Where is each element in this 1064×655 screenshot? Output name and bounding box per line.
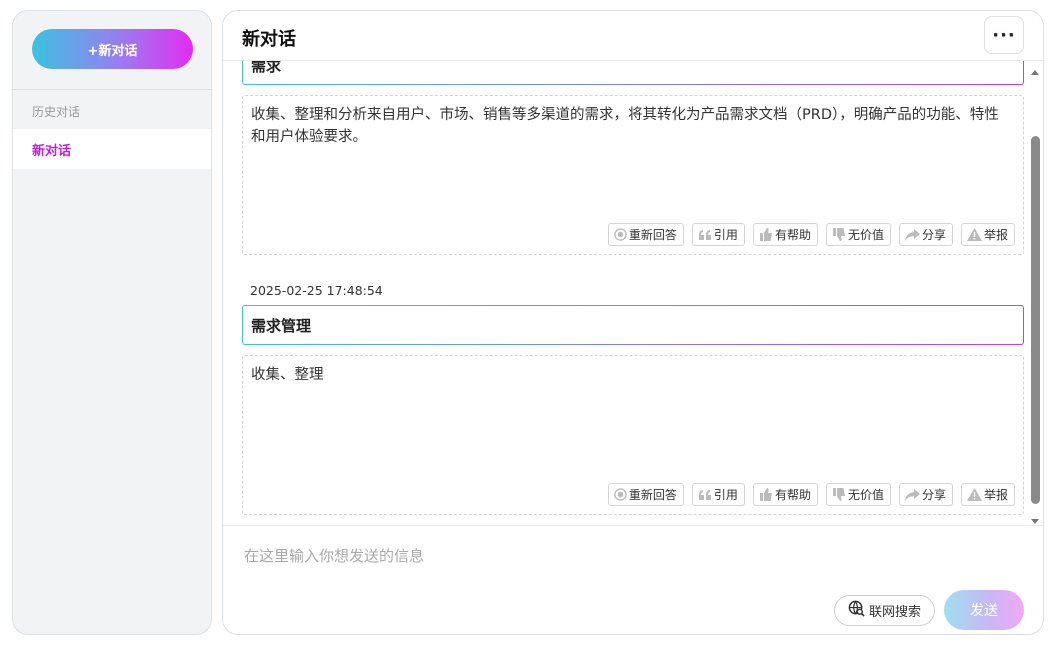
sidebar-divider <box>13 89 211 90</box>
thumbs-up-icon <box>759 488 773 501</box>
main-panel: 新对话 ··· 需求 收集、整理和分析来自用户、市场、销售等多渠道的需求，将其转… <box>222 10 1044 635</box>
quote-icon <box>698 489 712 501</box>
report-button[interactable]: 举报 <box>960 483 1015 506</box>
thumbs-up-icon <box>759 228 773 241</box>
scroll-thumb[interactable] <box>1031 136 1040 504</box>
more-options-button[interactable]: ··· <box>984 16 1024 54</box>
not-helpful-button[interactable]: 无价值 <box>825 483 891 506</box>
warning-icon <box>966 228 982 241</box>
scroll-up-arrow-icon[interactable] <box>1031 70 1039 75</box>
share-button[interactable]: 分享 <box>898 223 953 246</box>
new-chat-button[interactable]: +新对话 <box>32 29 193 69</box>
helpful-label: 有帮助 <box>774 228 811 242</box>
question-text: 需求 <box>251 61 282 75</box>
share-label: 分享 <box>921 228 946 242</box>
share-icon <box>904 488 920 501</box>
answer-actions: 重新回答 引用 有帮助 无价值 分享 举报 <box>607 223 1015 246</box>
question-text: 需求管理 <box>251 316 312 335</box>
report-label: 举报 <box>983 488 1008 502</box>
input-area: 联网搜索 发送 <box>223 525 1043 634</box>
history-item-new-chat[interactable]: 新对话 <box>13 129 211 169</box>
answer-text: 收集、整理和分析来自用户、市场、销售等多渠道的需求，将其转化为产品需求文档（PR… <box>251 107 999 145</box>
regenerate-icon <box>614 228 627 241</box>
thumbs-down-icon <box>832 228 846 241</box>
quote-icon <box>698 229 712 241</box>
warning-icon <box>966 488 982 501</box>
helpful-button[interactable]: 有帮助 <box>752 223 818 246</box>
helpful-label: 有帮助 <box>774 488 811 502</box>
not-helpful-label: 无价值 <box>847 228 884 242</box>
not-helpful-button[interactable]: 无价值 <box>825 223 891 246</box>
main-header: 新对话 ··· <box>223 11 1043 61</box>
page-title: 新对话 <box>242 29 296 50</box>
globe-search-icon <box>848 600 865 621</box>
question-box: 需求 <box>242 61 1024 85</box>
chat-area: 需求 收集、整理和分析来自用户、市场、销售等多渠道的需求，将其转化为产品需求文档… <box>223 61 1029 525</box>
helpful-button[interactable]: 有帮助 <box>752 483 818 506</box>
message-input[interactable] <box>244 544 1004 568</box>
regenerate-button[interactable]: 重新回答 <box>607 223 684 246</box>
answer-actions: 重新回答 引用 有帮助 无价值 分享 举报 <box>607 483 1015 506</box>
share-button[interactable]: 分享 <box>898 483 953 506</box>
history-label: 历史对话 <box>32 105 81 119</box>
regenerate-button[interactable]: 重新回答 <box>607 483 684 506</box>
answer-text: 收集、整理 <box>251 367 324 383</box>
not-helpful-label: 无价值 <box>847 488 884 502</box>
report-button[interactable]: 举报 <box>960 223 1015 246</box>
message-timestamp: 2025-02-25 17:48:54 <box>250 283 383 298</box>
chat-scrollbar[interactable] <box>1029 66 1041 524</box>
quote-label: 引用 <box>713 228 738 242</box>
answer-box: 收集、整理和分析来自用户、市场、销售等多渠道的需求，将其转化为产品需求文档（PR… <box>242 95 1024 255</box>
regenerate-icon <box>614 488 627 501</box>
regenerate-label: 重新回答 <box>628 488 677 502</box>
web-search-button[interactable]: 联网搜索 <box>834 595 935 626</box>
web-search-label: 联网搜索 <box>868 605 921 620</box>
share-label: 分享 <box>921 488 946 502</box>
sidebar: +新对话 历史对话 新对话 <box>12 10 212 635</box>
answer-box: 收集、整理 重新回答 引用 有帮助 无价值 分享 举报 <box>242 355 1024 515</box>
quote-button[interactable]: 引用 <box>691 223 745 246</box>
send-button[interactable]: 发送 <box>944 590 1024 630</box>
question-box: 需求管理 <box>242 305 1024 345</box>
quote-label: 引用 <box>713 488 738 502</box>
quote-button[interactable]: 引用 <box>691 483 745 506</box>
regenerate-label: 重新回答 <box>628 228 677 242</box>
scroll-down-arrow-icon[interactable] <box>1031 519 1039 524</box>
thumbs-down-icon <box>832 488 846 501</box>
share-icon <box>904 228 920 241</box>
report-label: 举报 <box>983 228 1008 242</box>
